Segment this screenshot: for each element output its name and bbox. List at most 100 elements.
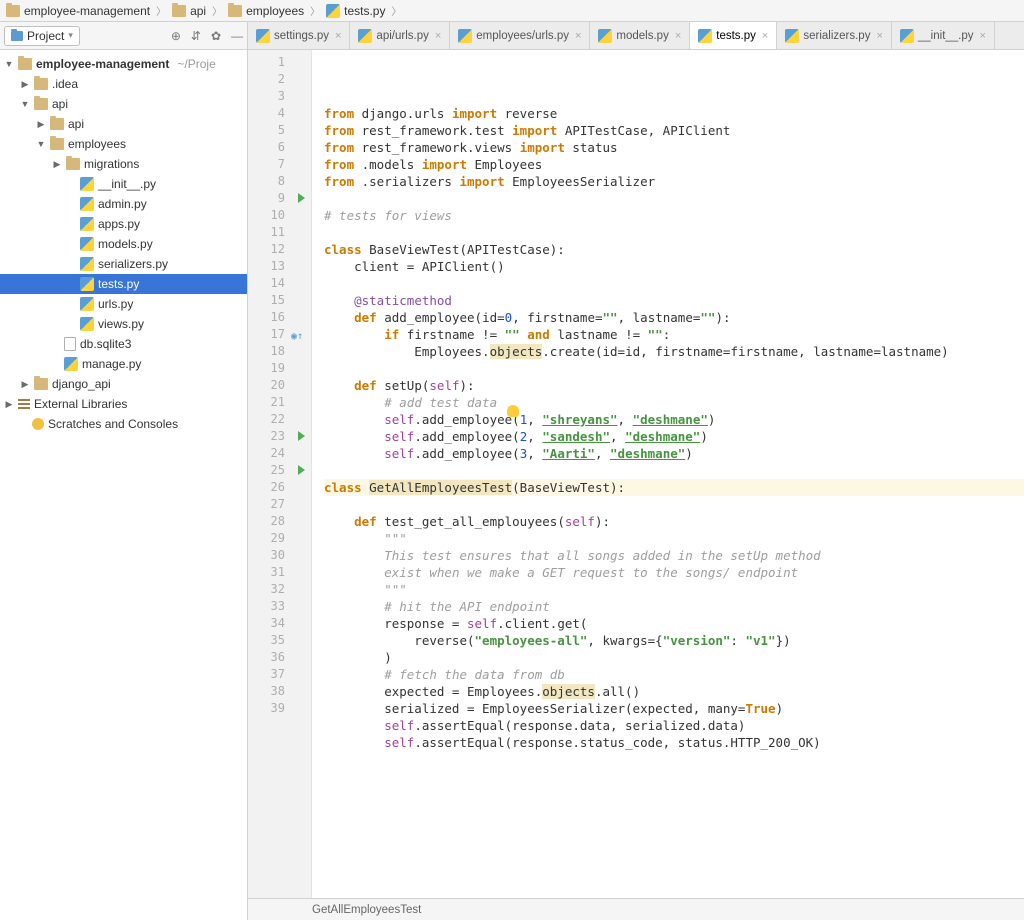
editor-tab[interactable]: __init__.py× (892, 22, 995, 49)
locate-icon[interactable]: ⊕ (171, 29, 181, 43)
collapse-all-icon[interactable]: ⇵ (191, 29, 201, 43)
run-gutter-icon[interactable] (298, 431, 305, 441)
expand-arrow-icon[interactable]: ▼ (36, 139, 46, 149)
code-line[interactable]: from .serializers import EmployeesSerial… (324, 173, 1024, 190)
code-line[interactable]: class GetAllEmployeesTest(BaseViewTest): (324, 479, 1024, 496)
tree-item-init[interactable]: ▶ __init__.py (0, 174, 247, 194)
code-line[interactable] (324, 360, 1024, 377)
editor-tab[interactable]: employees/urls.py× (450, 22, 590, 49)
close-icon[interactable]: × (335, 30, 341, 42)
gutter-line[interactable]: 5 (248, 122, 311, 139)
expand-arrow-icon[interactable]: ▶ (52, 159, 62, 170)
code-line[interactable] (324, 224, 1024, 241)
code-editor[interactable]: from django.urls import reversefrom rest… (312, 50, 1024, 898)
tree-item-views[interactable]: ▶ views.py (0, 314, 247, 334)
expand-arrow-icon[interactable]: ▶ (20, 79, 30, 90)
code-line[interactable]: # hit the API endpoint (324, 598, 1024, 615)
project-view-selector[interactable]: Project ▾ (4, 26, 80, 46)
gutter-line[interactable]: 38 (248, 683, 311, 700)
code-line[interactable] (324, 462, 1024, 479)
close-icon[interactable]: × (980, 30, 986, 42)
tree-item-urls[interactable]: ▶ urls.py (0, 294, 247, 314)
gutter-line[interactable]: 31 (248, 564, 311, 581)
tree-item-db[interactable]: ▶ db.sqlite3 (0, 334, 247, 354)
code-line[interactable] (324, 190, 1024, 207)
status-context[interactable]: GetAllEmployeesTest (312, 904, 421, 916)
code-line[interactable]: self.add_employee(1, "shreyans", "deshma… (324, 411, 1024, 428)
gutter-line[interactable]: 3 (248, 88, 311, 105)
code-line[interactable]: """ (324, 530, 1024, 547)
close-icon[interactable]: × (675, 30, 681, 42)
project-tree[interactable]: ▼ employee-management ~/Proje ▶ .idea ▼ … (0, 50, 247, 920)
gutter-line[interactable]: 25 (248, 462, 311, 479)
code-line[interactable]: def setUp(self): (324, 377, 1024, 394)
code-line[interactable]: serialized = EmployeesSerializer(expecte… (324, 700, 1024, 717)
gutter-line[interactable]: 36 (248, 649, 311, 666)
editor-tab[interactable]: tests.py× (690, 22, 777, 49)
code-line[interactable]: @staticmethod (324, 292, 1024, 309)
gutter-line[interactable]: 29 (248, 530, 311, 547)
code-line[interactable]: exist when we make a GET request to the … (324, 564, 1024, 581)
crumb-file[interactable]: tests.py (326, 4, 385, 18)
gutter-line[interactable]: 10 (248, 207, 311, 224)
code-line[interactable]: from rest_framework.views import status (324, 139, 1024, 156)
tree-item-extlib[interactable]: ▶ External Libraries (0, 394, 247, 414)
tree-item-apps[interactable]: ▶ apps.py (0, 214, 247, 234)
code-line[interactable]: from rest_framework.test import APITestC… (324, 122, 1024, 139)
gear-icon[interactable]: ✿ (211, 29, 221, 43)
crumb-api[interactable]: api (172, 4, 206, 18)
gutter-line[interactable]: 28 (248, 513, 311, 530)
gutter-line[interactable]: 17◉↑ (248, 326, 311, 343)
gutter-line[interactable]: 21 (248, 394, 311, 411)
code-line[interactable]: expected = Employees.objects.all() (324, 683, 1024, 700)
gutter-line[interactable]: 33 (248, 598, 311, 615)
code-line[interactable]: self.add_employee(2, "sandesh", "deshman… (324, 428, 1024, 445)
run-gutter-icon[interactable] (298, 193, 305, 203)
code-line[interactable]: def add_employee(id=0, firstname="", las… (324, 309, 1024, 326)
code-line[interactable]: This test ensures that all songs added i… (324, 547, 1024, 564)
expand-arrow-icon[interactable]: ▼ (4, 59, 14, 69)
gutter-line[interactable]: 23 (248, 428, 311, 445)
gutter-line[interactable]: 1 (248, 54, 311, 71)
expand-arrow-icon[interactable]: ▶ (36, 119, 46, 130)
code-line[interactable]: # fetch the data from db (324, 666, 1024, 683)
tree-item-manage[interactable]: ▶ manage.py (0, 354, 247, 374)
close-icon[interactable]: × (876, 30, 882, 42)
tree-item-models[interactable]: ▶ models.py (0, 234, 247, 254)
editor-gutter[interactable]: 1234567891011121314151617◉↑1819202122232… (248, 50, 312, 898)
close-icon[interactable]: × (575, 30, 581, 42)
gutter-line[interactable]: 22 (248, 411, 311, 428)
code-line[interactable]: self.assertEqual(response.data, serializ… (324, 717, 1024, 734)
gutter-line[interactable]: 4 (248, 105, 311, 122)
gutter-line[interactable]: 13 (248, 258, 311, 275)
gutter-line[interactable]: 8 (248, 173, 311, 190)
tree-item-serializers[interactable]: ▶ serializers.py (0, 254, 247, 274)
crumb-employees[interactable]: employees (228, 4, 304, 18)
gutter-line[interactable]: 37 (248, 666, 311, 683)
tree-item-scratch[interactable]: ▶ Scratches and Consoles (0, 414, 247, 434)
gutter-line[interactable]: 39 (248, 700, 311, 717)
code-line[interactable]: ) (324, 649, 1024, 666)
code-line[interactable]: response = self.client.get( (324, 615, 1024, 632)
code-line[interactable]: if firstname != "" and lastname != "": (324, 326, 1024, 343)
editor-tab[interactable]: models.py× (590, 22, 690, 49)
code-line[interactable]: class BaseViewTest(APITestCase): (324, 241, 1024, 258)
code-line[interactable]: from django.urls import reverse (324, 105, 1024, 122)
gutter-line[interactable]: 9 (248, 190, 311, 207)
code-line[interactable] (324, 751, 1024, 768)
code-line[interactable]: client = APIClient() (324, 258, 1024, 275)
gutter-line[interactable]: 27 (248, 496, 311, 513)
tree-item-djangoapi[interactable]: ▶ django_api (0, 374, 247, 394)
gutter-line[interactable]: 32 (248, 581, 311, 598)
hide-icon[interactable]: — (231, 29, 243, 43)
gutter-line[interactable]: 24 (248, 445, 311, 462)
tree-item-tests[interactable]: ▶ tests.py (0, 274, 247, 294)
tree-item-api-inner[interactable]: ▶ api (0, 114, 247, 134)
code-line[interactable]: self.add_employee(3, "Aarti", "deshmane"… (324, 445, 1024, 462)
gutter-line[interactable]: 15 (248, 292, 311, 309)
gutter-line[interactable]: 7 (248, 156, 311, 173)
gutter-line[interactable]: 19 (248, 360, 311, 377)
code-line[interactable]: # add test data (324, 394, 1024, 411)
tree-root[interactable]: ▼ employee-management ~/Proje (0, 54, 247, 74)
close-icon[interactable]: × (435, 30, 441, 42)
